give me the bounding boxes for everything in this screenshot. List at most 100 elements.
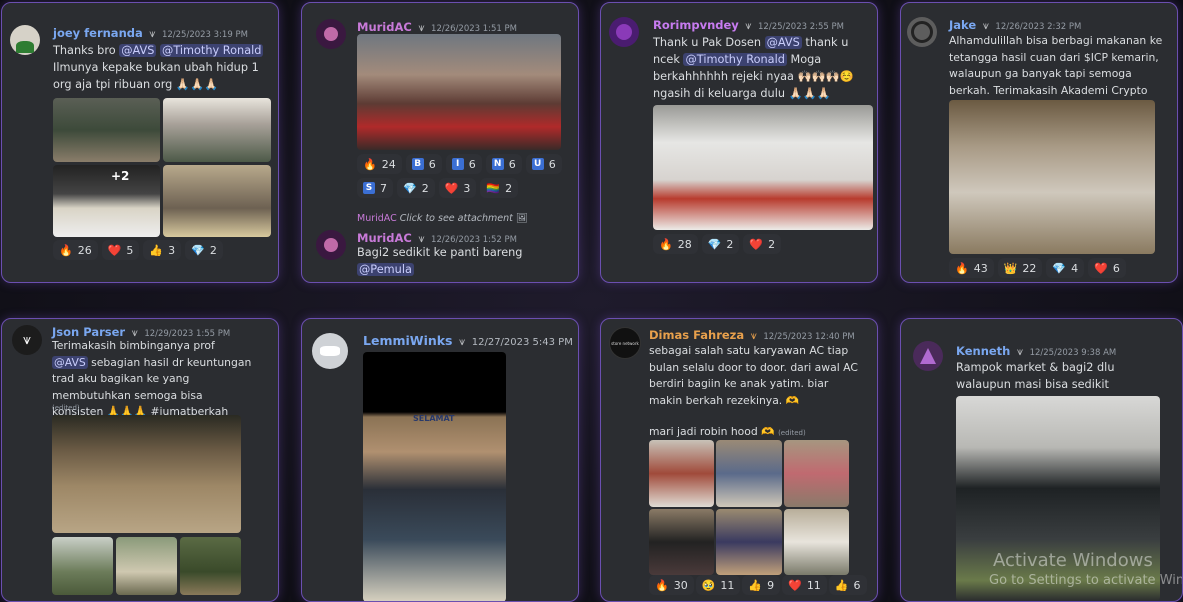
reaction-count: 7 xyxy=(380,181,387,195)
reaction-heart[interactable]: ❤️ 6 xyxy=(1088,258,1126,278)
username[interactable]: Jake xyxy=(949,18,976,32)
attachment-image[interactable] xyxy=(53,165,160,237)
avatar[interactable] xyxy=(913,341,943,371)
post-card-joey: joey fernanda ⩛ 12/25/2023 3:19 PM Thank… xyxy=(1,2,279,283)
reaction-letter-s[interactable]: S7 xyxy=(357,178,393,198)
crown-icon: 👑 xyxy=(1003,261,1018,275)
reaction-heart[interactable]: ❤️ 11 xyxy=(782,575,827,595)
reaction-letter-n[interactable]: N6 xyxy=(485,154,522,174)
username[interactable]: Dimas Fahreza xyxy=(649,328,744,342)
attachment-image[interactable]: SELAMAT xyxy=(363,352,506,601)
avatar[interactable] xyxy=(907,17,937,47)
reaction-heart[interactable]: ❤️ 2 xyxy=(743,234,782,254)
reaction-count: 2 xyxy=(421,181,429,195)
post-card-json-parser: ⩛ Json Parser ⩛ 12/29/2023 1:55 PM Terim… xyxy=(1,318,279,602)
logo-icon: ⩛ xyxy=(23,332,31,348)
mention-pemula[interactable]: @Pemula xyxy=(357,263,414,276)
reaction-fire[interactable]: 🔥 24 xyxy=(357,154,402,174)
avatar[interactable]: store network xyxy=(609,327,641,359)
rainbow-flag-icon: 🏳️‍🌈 xyxy=(486,181,501,195)
reaction-gem[interactable]: 💎 4 xyxy=(1046,258,1085,278)
edited-label: (edited) xyxy=(778,429,806,437)
timestamp: 12/25/2023 3:19 PM xyxy=(161,30,248,40)
reaction-fire[interactable]: 🔥 43 xyxy=(949,258,994,278)
attachment-image[interactable] xyxy=(949,100,1155,254)
reaction-count: 2 xyxy=(768,237,776,251)
message-text: Thank u Pak Dosen @AVS thank u ncek @Tim… xyxy=(653,34,875,102)
attachment-image[interactable] xyxy=(116,537,177,595)
username[interactable]: LemmiWinks xyxy=(363,333,453,348)
username[interactable]: MuridAC xyxy=(357,20,412,34)
message-text: Terimakasih bimbinganya prof @AVS sebagi… xyxy=(52,338,252,421)
banner-text: SELAMAT xyxy=(413,414,455,423)
avatar[interactable] xyxy=(312,333,348,369)
reaction-fire[interactable]: 🔥 30 xyxy=(649,575,694,595)
heart-icon: ❤️ xyxy=(1094,261,1108,275)
thumbs-up-icon: 👍 xyxy=(834,578,849,592)
attachment-image[interactable] xyxy=(649,440,714,507)
avatar[interactable] xyxy=(316,19,346,49)
attachment-image[interactable] xyxy=(52,537,113,595)
username[interactable]: joey fernanda xyxy=(53,26,143,40)
mention-timothy[interactable]: @Timothy Ronald xyxy=(683,53,787,66)
attachment-image[interactable] xyxy=(180,537,241,595)
attachment-image[interactable] xyxy=(357,34,561,150)
timestamp: 12/26/2023 1:51 PM xyxy=(431,24,517,34)
reaction-count: 26 xyxy=(77,243,92,257)
attachment-image[interactable] xyxy=(716,509,782,575)
more-attachments-count[interactable]: +2 xyxy=(111,169,129,183)
reaction-count: 6 xyxy=(1112,261,1120,275)
attachment-image[interactable] xyxy=(649,509,714,575)
reaction-gem[interactable]: 💎 2 xyxy=(185,240,223,260)
letter-i-icon: I xyxy=(451,158,464,170)
reaction-letter-u[interactable]: U6 xyxy=(525,154,562,174)
mention-avs[interactable]: @AVS xyxy=(764,36,802,49)
mention-avs[interactable]: @AVS xyxy=(119,44,157,57)
reaction-fire[interactable]: 🔥 26 xyxy=(53,240,98,260)
reaction-rainbow-flag[interactable]: 🏳️‍🌈 2 xyxy=(480,178,519,198)
reaction-fire[interactable]: 🔥 28 xyxy=(653,234,698,254)
username[interactable]: MuridAC xyxy=(357,231,412,245)
attachment-image[interactable] xyxy=(784,440,849,507)
reaction-gem[interactable]: 💎 2 xyxy=(701,234,740,254)
reactions: 🔥 24 B6 I6 N6 U6 S7 💎 2 ❤️ 3 🏳️‍🌈 2 xyxy=(357,154,577,198)
avatar[interactable] xyxy=(316,230,346,260)
reaction-holding-tears[interactable]: 🥹 11 xyxy=(695,575,741,595)
reaction-count: 4 xyxy=(1071,261,1079,275)
avatar[interactable]: ⩛ xyxy=(12,325,42,355)
avatar[interactable] xyxy=(609,17,639,47)
attachment-image[interactable] xyxy=(716,440,782,507)
attachment-image[interactable] xyxy=(163,98,271,162)
verified-icon: ⩛ xyxy=(745,19,752,32)
attachment-image[interactable] xyxy=(53,98,160,162)
message-segment: Thanks bro xyxy=(53,44,120,57)
message-text: Rampok market & bagi2 dlu walaupun masi … xyxy=(956,361,1115,391)
reaction-heart[interactable]: ❤️ 5 xyxy=(101,240,140,260)
avatar[interactable] xyxy=(10,25,40,55)
reply-username[interactable]: MuridAC xyxy=(357,213,397,224)
username[interactable]: Json Parser xyxy=(52,325,125,339)
attachment-image[interactable] xyxy=(52,415,241,533)
reaction-thumbs-up[interactable]: 👍 3 xyxy=(143,240,182,260)
mention-timothy[interactable]: @Timothy Ronald xyxy=(160,44,264,57)
reply-reference[interactable]: MuridAC Click to see attachment 🖼 xyxy=(357,213,528,224)
message-segment: Bagi2 sedikit ke panti bareng xyxy=(357,246,523,259)
reaction-letter-b[interactable]: B6 xyxy=(405,154,442,174)
reactions: 🔥 30 🥹 11 👍 9 ❤️ 11 👍 6 xyxy=(649,575,877,595)
username[interactable]: Kenneth xyxy=(956,344,1010,358)
message-segment: Ilmunya kepake bukan ubah hidup 1 org aj… xyxy=(53,61,259,91)
attachment-image[interactable] xyxy=(163,165,271,237)
post-card-rorimpvndey: Rorimpvndey ⩛ 12/25/2023 2:55 PM Thank u… xyxy=(600,2,878,283)
reaction-count: 9 xyxy=(767,578,775,592)
reaction-gem[interactable]: 💎 2 xyxy=(397,178,435,198)
mention-avs[interactable]: @AVS xyxy=(52,355,88,369)
reaction-thumbs-up-2[interactable]: 👍 6 xyxy=(828,575,867,595)
message-text: Alhamdulillah bisa berbagi makanan ke te… xyxy=(949,34,1163,97)
reaction-letter-i[interactable]: I6 xyxy=(445,154,482,174)
reaction-heart[interactable]: ❤️ 3 xyxy=(438,178,477,198)
reaction-crown[interactable]: 👑 22 xyxy=(997,258,1043,278)
attachment-image[interactable] xyxy=(653,105,873,230)
username[interactable]: Rorimpvndey xyxy=(653,18,739,32)
reaction-thumbs-up[interactable]: 👍 9 xyxy=(742,575,781,595)
attachment-image[interactable] xyxy=(784,509,849,575)
